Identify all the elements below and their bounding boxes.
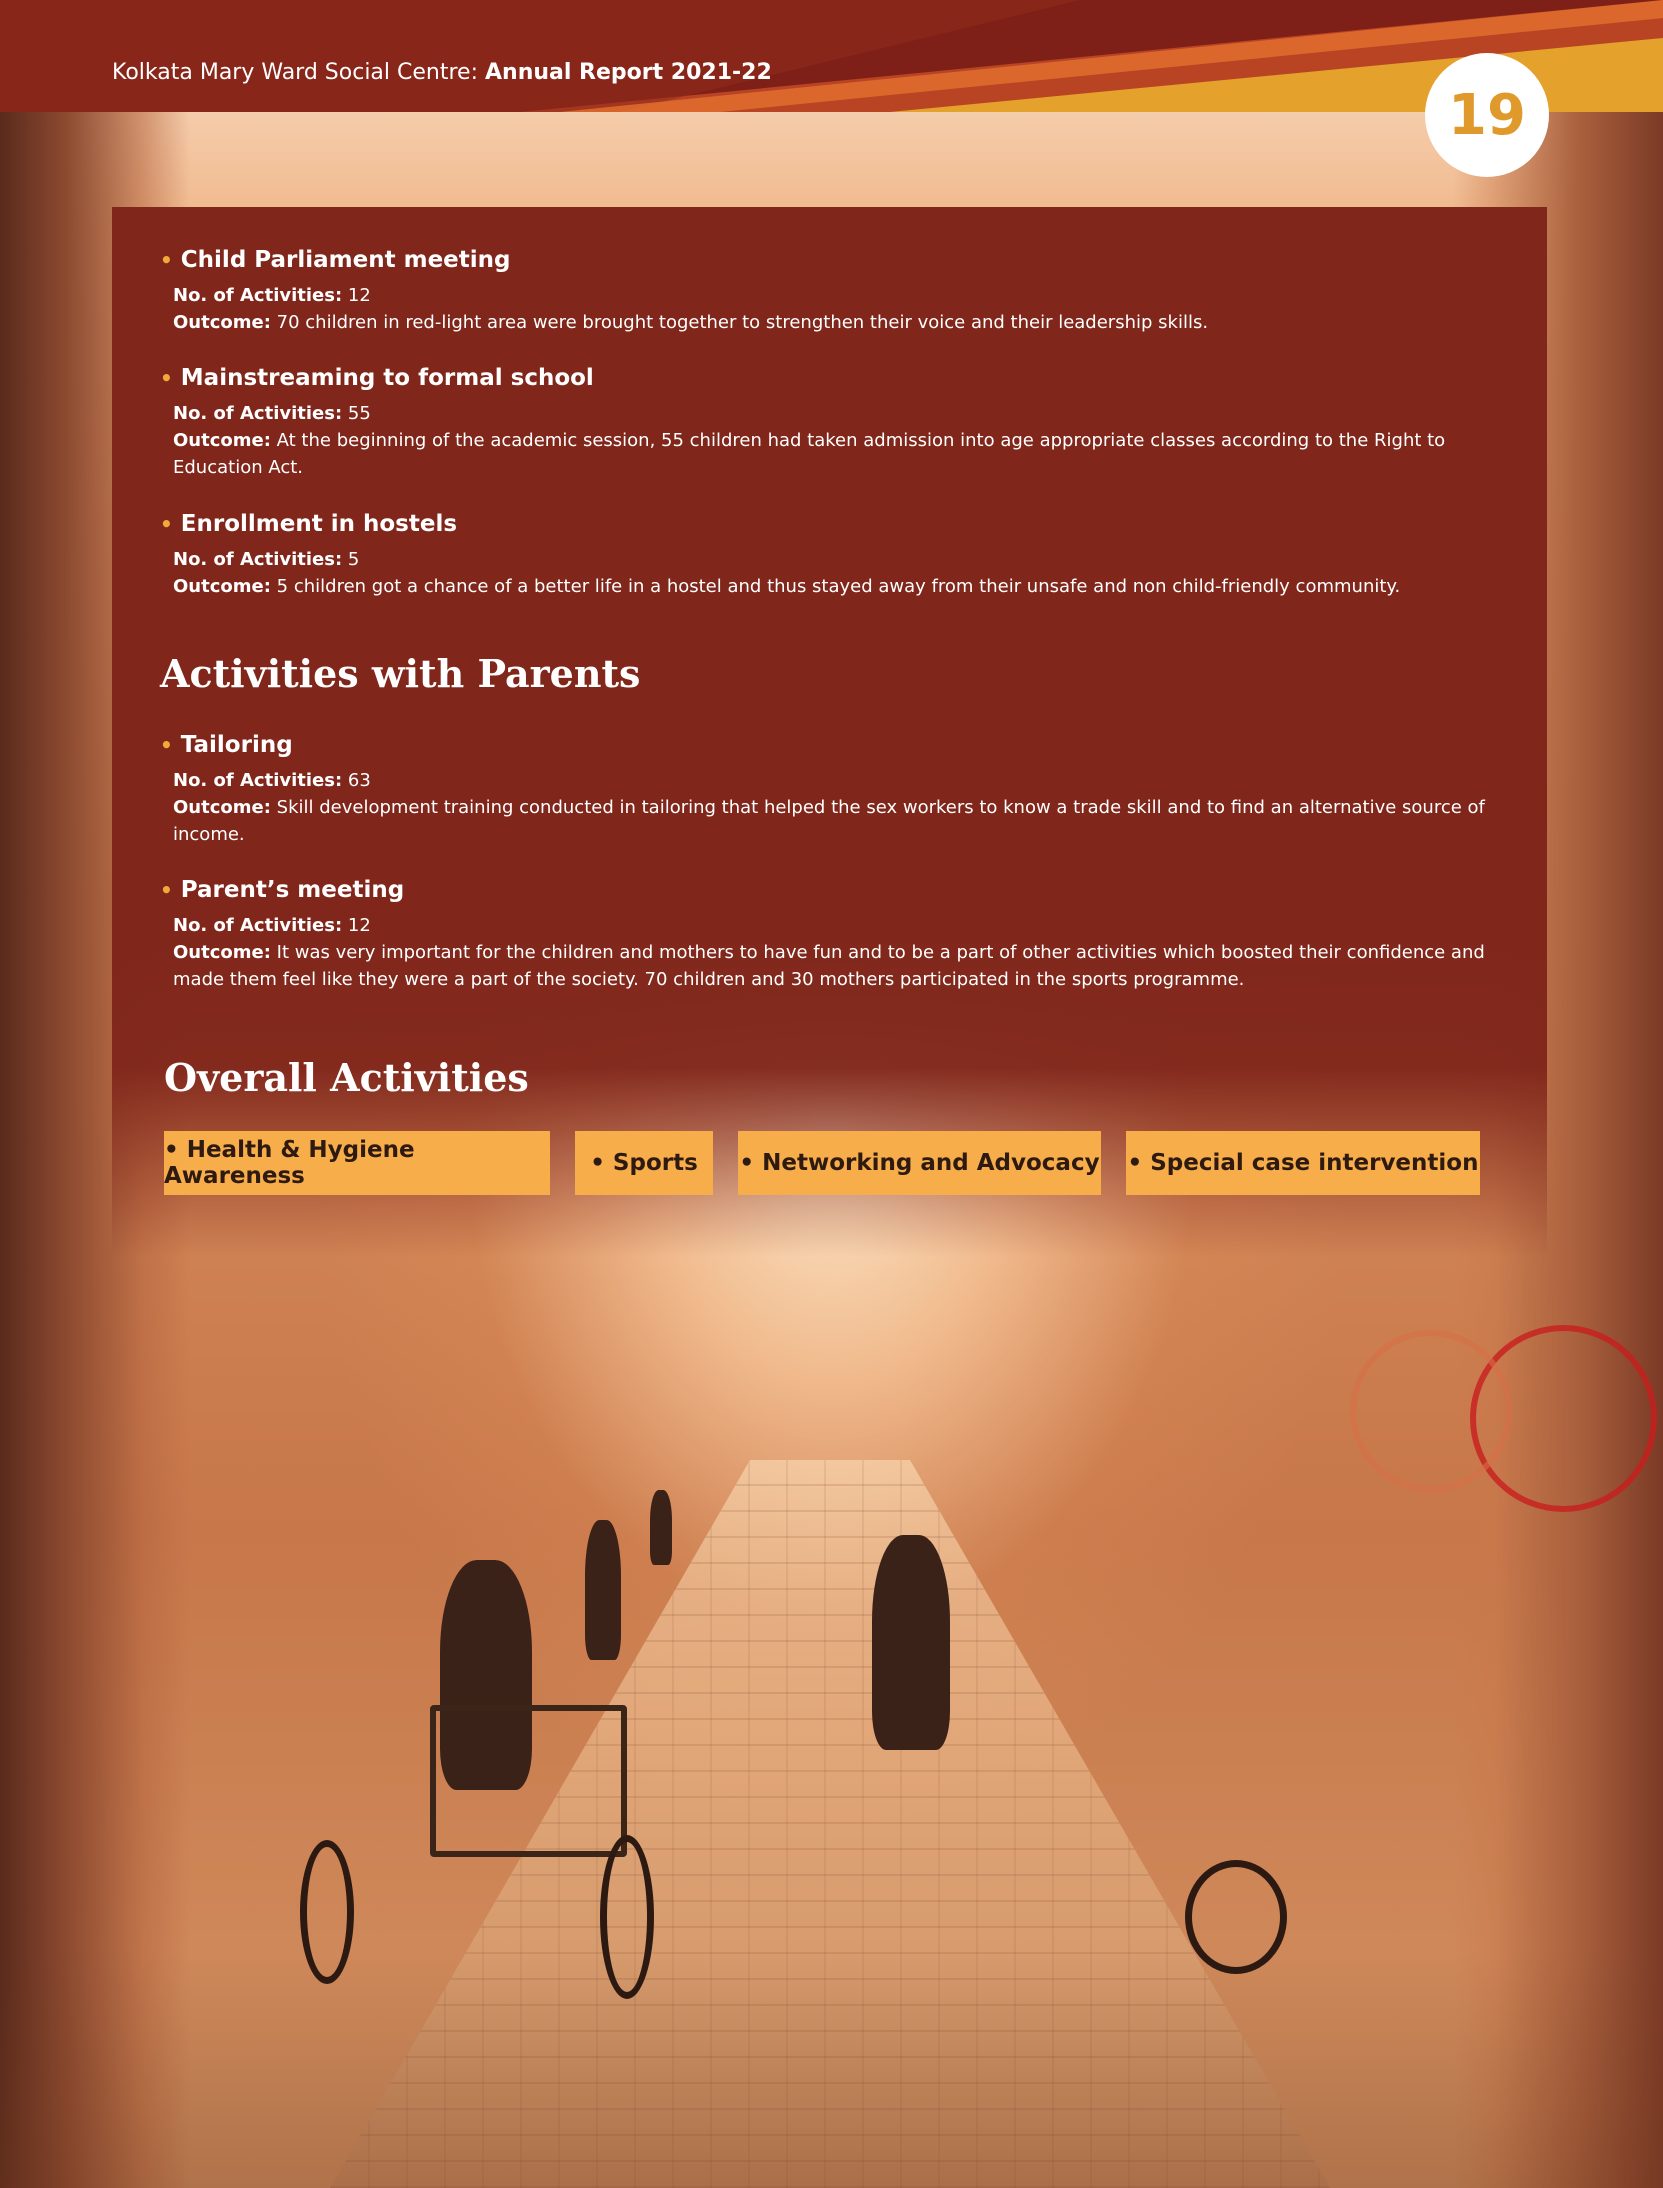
background-cyclist xyxy=(872,1535,950,1750)
activity-title: • Mainstreaming to formal school xyxy=(160,364,1510,392)
activity-outcome-line: Outcome: Skill development training cond… xyxy=(173,794,1510,848)
activity-count-line: No. of Activities: 12 xyxy=(173,912,1510,939)
activity-title-text: Child Parliament meeting xyxy=(180,247,511,273)
activity-item: • Child Parliament meeting No. of Activi… xyxy=(160,246,1510,336)
activity-title-text: Tailoring xyxy=(180,732,293,758)
outcome-label: Outcome: xyxy=(173,942,271,963)
report-title: Annual Report 2021-22 xyxy=(485,60,772,85)
background-lantern xyxy=(1350,1330,1512,1492)
outcome-text: 70 children in red-light area were broug… xyxy=(276,312,1209,333)
bullet-icon: • xyxy=(160,512,173,536)
count-label: No. of Activities: xyxy=(173,549,343,570)
count-label: No. of Activities: xyxy=(173,770,343,791)
bullet-icon: • xyxy=(160,248,173,272)
count-value: 12 xyxy=(347,285,371,306)
section-heading-parents: Activities with Parents xyxy=(160,651,641,696)
content-panel: • Child Parliament meeting No. of Activi… xyxy=(112,207,1547,1257)
activity-title: • Child Parliament meeting xyxy=(160,246,1510,274)
org-name: Kolkata Mary Ward Social Centre: xyxy=(112,60,478,85)
background-shadow xyxy=(0,1950,1663,2188)
activity-outcome-line: Outcome: 5 children got a chance of a be… xyxy=(173,573,1510,600)
background-wheel xyxy=(300,1840,354,1984)
background-person xyxy=(585,1520,621,1660)
activity-item: • Enrollment in hostels No. of Activitie… xyxy=(160,510,1510,600)
count-value: 12 xyxy=(347,915,371,936)
activity-title-text: Enrollment in hostels xyxy=(180,511,458,537)
outcome-label: Outcome: xyxy=(173,797,271,818)
activity-count-line: No. of Activities: 63 xyxy=(173,767,1510,794)
activity-count-line: No. of Activities: 5 xyxy=(173,546,1510,573)
activity-count-line: No. of Activities: 55 xyxy=(173,400,1510,427)
count-label: No. of Activities: xyxy=(173,403,343,424)
activity-outcome-line: Outcome: It was very important for the c… xyxy=(173,939,1510,993)
background-wheel xyxy=(1185,1860,1287,1974)
activity-count-line: No. of Activities: 12 xyxy=(173,282,1510,309)
outcome-text: Skill development training conducted in … xyxy=(173,797,1485,845)
activity-chip-networking: • Networking and Advocacy xyxy=(738,1131,1101,1195)
count-label: No. of Activities: xyxy=(173,915,343,936)
count-label: No. of Activities: xyxy=(173,285,343,306)
count-value: 55 xyxy=(347,403,371,424)
outcome-text: At the beginning of the academic session… xyxy=(173,430,1446,478)
activity-item: • Tailoring No. of Activities: 63 Outcom… xyxy=(160,731,1510,848)
activity-outcome-line: Outcome: At the beginning of the academi… xyxy=(173,427,1510,481)
header-banner-shape xyxy=(0,0,1663,112)
activity-chip-health: • Health & Hygiene Awareness xyxy=(164,1131,550,1195)
outcome-label: Outcome: xyxy=(173,576,271,597)
activity-outcome-line: Outcome: 70 children in red-light area w… xyxy=(173,309,1510,336)
page-number: 19 xyxy=(1425,53,1549,177)
outcome-text: It was very important for the children a… xyxy=(173,942,1485,990)
page-header: Kolkata Mary Ward Social Centre: Annual … xyxy=(0,0,1663,112)
background-rickshaw xyxy=(430,1705,627,1857)
running-header: Kolkata Mary Ward Social Centre: Annual … xyxy=(112,60,772,85)
activity-title-text: Mainstreaming to formal school xyxy=(180,365,594,391)
outcome-label: Outcome: xyxy=(173,312,271,333)
activity-item: • Mainstreaming to formal school No. of … xyxy=(160,364,1510,481)
bullet-icon: • xyxy=(160,366,173,390)
bullet-icon: • xyxy=(160,733,173,757)
background-wheel xyxy=(600,1835,654,1999)
activity-title: • Tailoring xyxy=(160,731,1510,759)
activity-chip-special-case: • Special case intervention xyxy=(1126,1131,1480,1195)
activity-title: • Enrollment in hostels xyxy=(160,510,1510,538)
background-person xyxy=(650,1490,672,1565)
activity-chip-sports: • Sports xyxy=(575,1131,713,1195)
bullet-icon: • xyxy=(160,878,173,902)
outcome-label: Outcome: xyxy=(173,430,271,451)
activity-title-text: Parent’s meeting xyxy=(180,877,405,903)
outcome-text: 5 children got a chance of a better life… xyxy=(276,576,1401,597)
activity-item: • Parent’s meeting No. of Activities: 12… xyxy=(160,876,1510,993)
count-value: 5 xyxy=(347,549,360,570)
section-heading-overall: Overall Activities xyxy=(164,1055,529,1100)
activity-title: • Parent’s meeting xyxy=(160,876,1510,904)
count-value: 63 xyxy=(347,770,371,791)
